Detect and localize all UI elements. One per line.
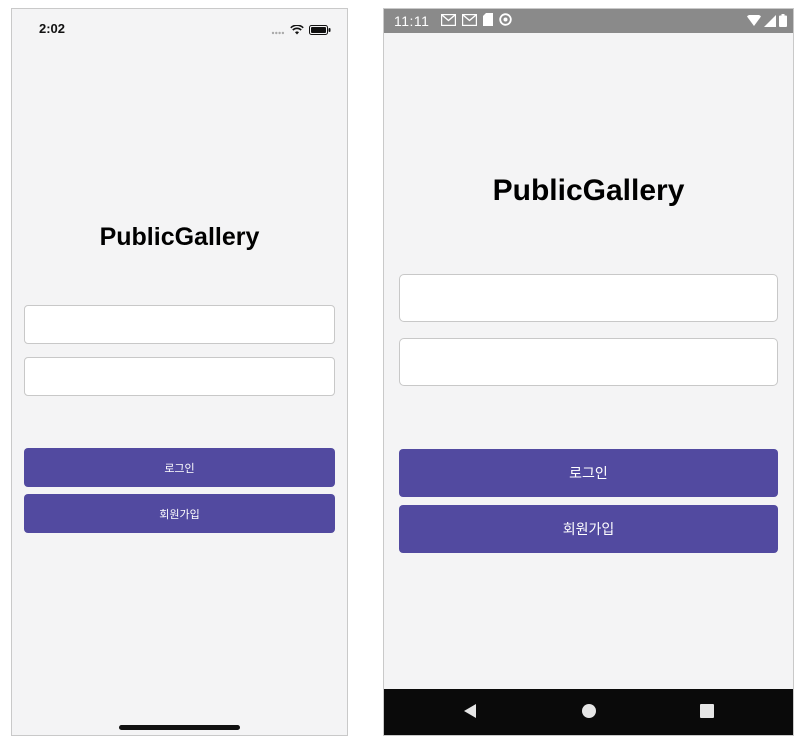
back-button[interactable] [460,703,480,723]
login-button[interactable]: 로그인 [399,449,778,497]
battery-icon [309,22,331,40]
status-time: 2:02 [39,21,66,36]
app-title: PublicGallery [492,174,685,207]
signup-button[interactable]: 회원가입 [399,505,778,553]
battery-icon [779,14,787,32]
wifi-icon [747,13,761,32]
status-time: 11:11 [394,13,430,29]
android-nav-bar [384,689,793,735]
password-field[interactable] [399,338,778,386]
home-button[interactable] [579,703,599,723]
android-screen: 11:11 PublicGallery 로그인 회원가입 [383,8,794,736]
ios-status-icons [271,22,331,40]
password-field[interactable] [24,357,335,396]
home-indicator[interactable] [119,725,240,730]
sync-icon [499,13,512,31]
cellular-dots-icon [271,22,285,40]
notification-icons [440,13,512,31]
recents-icon [700,703,714,723]
ios-status-bar: 2:02 [12,9,347,47]
app-title: PublicGallery [99,223,260,251]
gmail-icon [440,13,457,31]
email-field[interactable] [399,274,778,322]
ios-screen: 2:02 PublicGallery 로그인 회원가입 [11,8,348,736]
gmail-icon [461,13,478,31]
system-icons [747,13,787,32]
sd-card-icon [483,13,493,31]
signal-icon [764,14,776,32]
signup-button[interactable]: 회원가입 [24,494,335,533]
android-status-bar: 11:11 [384,9,793,33]
back-icon [463,703,477,724]
email-field[interactable] [24,305,335,344]
login-button[interactable]: 로그인 [24,448,335,487]
recents-button[interactable] [697,703,717,723]
home-icon [581,703,597,724]
wifi-icon [290,22,304,40]
